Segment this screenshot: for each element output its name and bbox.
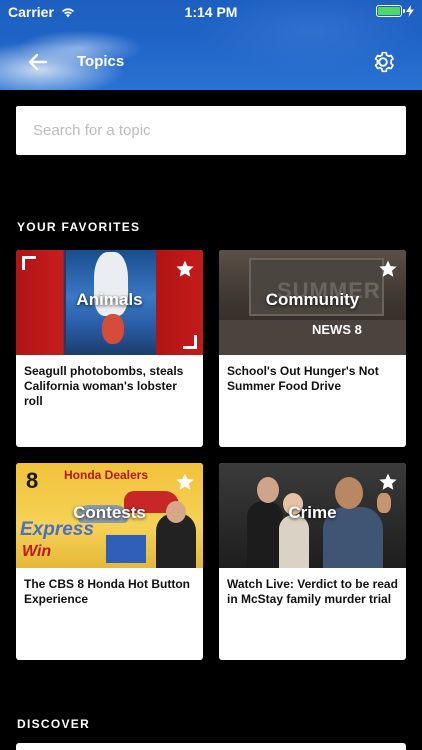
star-icon[interactable]: [175, 259, 195, 279]
star-icon[interactable]: [175, 472, 195, 492]
win-text: Win: [22, 543, 52, 560]
topic-image-animals: Animals: [16, 250, 203, 355]
discover-card-edge[interactable]: [16, 743, 406, 750]
charging-bolt-icon: [406, 5, 414, 17]
topic-label: Community: [265, 290, 360, 309]
topic-card-crime[interactable]: Crime Watch Live: Verdict to be read in …: [219, 463, 406, 660]
topic-image-crime: Crime: [219, 463, 406, 568]
star-icon[interactable]: [378, 472, 398, 492]
lobster-roll-shape: [102, 314, 124, 344]
discover-heading: DISCOVER: [17, 717, 91, 731]
search-box[interactable]: [16, 106, 406, 155]
page-title: Topics: [77, 53, 125, 70]
header: Carrier 1:14 PM Topics: [0, 0, 422, 90]
card-headline: Watch Live: Verdict to be read in McStay…: [227, 577, 398, 606]
topic-label: Crime: [288, 503, 337, 522]
topic-card-community[interactable]: SUMMER NEWS 8 Community School's Out Hun…: [219, 250, 406, 447]
topic-card-animals[interactable]: Animals Seagull photobombs, steals Calif…: [16, 250, 203, 447]
corner-bracket-icon: [183, 335, 197, 349]
back-button[interactable]: [26, 50, 50, 74]
gear-icon: [374, 51, 394, 73]
favorites-heading: YOUR FAVORITES: [17, 220, 141, 234]
topic-label: Contests: [73, 503, 146, 522]
prize-box-shape: [106, 535, 146, 563]
nav-bar: Topics: [0, 44, 422, 80]
status-right: [376, 5, 414, 17]
battery-icon: [376, 5, 405, 17]
topic-card-contests[interactable]: 8 Honda Dealers Express Win Contests The…: [16, 463, 203, 660]
topic-label: Animals: [76, 290, 143, 309]
arrow-left-icon: [28, 53, 48, 71]
face-shape: [257, 477, 279, 503]
card-headline: Seagull photobombs, steals California wo…: [24, 364, 184, 408]
battery-fill: [378, 7, 400, 15]
star-icon[interactable]: [378, 259, 398, 279]
news8-logo: NEWS 8: [312, 322, 362, 337]
honda-dealers-text: Honda Dealers: [64, 468, 149, 482]
search-input[interactable]: [33, 122, 406, 139]
status-bar: Carrier 1:14 PM: [0, 0, 422, 24]
cbs8-logo: 8: [26, 468, 39, 493]
topic-image-community: SUMMER NEWS 8 Community: [219, 250, 406, 355]
topic-image-contests: 8 Honda Dealers Express Win Contests: [16, 463, 203, 568]
settings-button[interactable]: [370, 49, 396, 75]
card-headline: The CBS 8 Honda Hot Button Experience: [24, 577, 190, 606]
corner-bracket-icon: [22, 256, 36, 270]
status-time: 1:14 PM: [184, 4, 238, 20]
card-headline: School's Out Hunger's Not Summer Food Dr…: [227, 364, 379, 393]
